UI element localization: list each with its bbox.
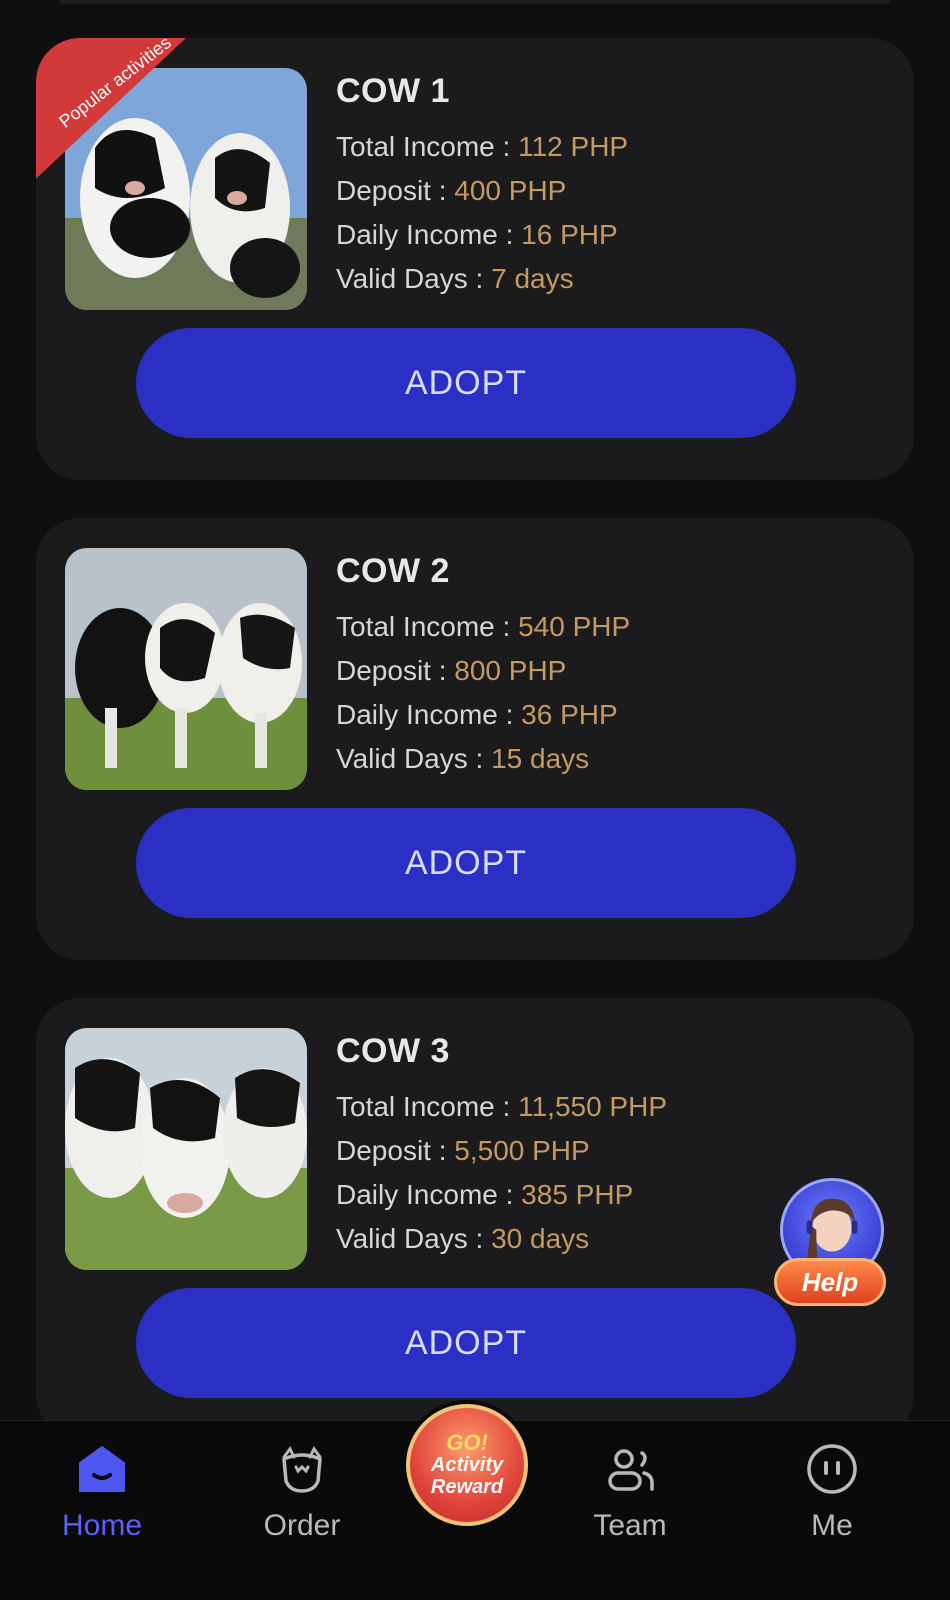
total-income-label: Total Income : xyxy=(336,611,519,642)
activity-reward-go: GO! xyxy=(446,1430,488,1455)
activity-reward-button[interactable]: GO! Activity Reward xyxy=(402,1400,532,1530)
deposit-value: 800 PHP xyxy=(454,655,567,686)
daily-income-value: 16 PHP xyxy=(521,219,618,250)
adopt-button[interactable]: ADOPT xyxy=(136,1288,796,1398)
product-title: COW 1 xyxy=(336,72,450,110)
activity-reward-label: Activity Reward xyxy=(430,1454,504,1498)
tab-team-label: Team xyxy=(593,1509,667,1542)
activity-reward-icon: GO! Activity Reward xyxy=(406,1404,528,1526)
total-income-label: Total Income : xyxy=(336,1091,519,1122)
total-income-label: Total Income : xyxy=(336,131,519,162)
cow-image-2 xyxy=(65,548,307,790)
daily-income-label: Daily Income : xyxy=(336,699,522,730)
daily-income-value: 385 PHP xyxy=(521,1179,634,1210)
help-float-button[interactable]: Help xyxy=(774,1178,886,1308)
product-card: COW 2 Total Income : 540 PHP Deposit : 8… xyxy=(36,518,914,960)
adopt-button[interactable]: ADOPT xyxy=(136,328,796,438)
deposit-row: Deposit : 800 PHP xyxy=(336,649,630,693)
deposit-label: Deposit : xyxy=(336,655,455,686)
cow-image-1 xyxy=(65,68,307,310)
tab-order[interactable]: Order xyxy=(232,1441,372,1543)
tab-order-label: Order xyxy=(263,1509,341,1542)
tab-team[interactable]: Team xyxy=(560,1441,700,1543)
product-info: COW 3 Total Income : 11,550 PHP Deposit … xyxy=(336,1032,667,1261)
cow-head-icon xyxy=(282,1446,322,1493)
valid-days-label: Valid Days : xyxy=(336,743,492,774)
valid-days-label: Valid Days : xyxy=(336,263,492,294)
total-income-row: Total Income : 112 PHP xyxy=(336,125,628,169)
status-edge xyxy=(60,0,890,4)
help-label: Help xyxy=(774,1258,886,1306)
valid-days-value: 15 days xyxy=(491,743,590,774)
me-face-icon xyxy=(807,1444,857,1494)
product-info: COW 2 Total Income : 540 PHP Deposit : 8… xyxy=(336,552,630,781)
total-income-value: 11,550 PHP xyxy=(518,1091,668,1122)
deposit-row: Deposit : 5,500 PHP xyxy=(336,1129,667,1173)
deposit-value: 400 PHP xyxy=(454,175,567,206)
deposit-label: Deposit : xyxy=(336,1135,455,1166)
daily-income-row: Daily Income : 385 PHP xyxy=(336,1173,667,1217)
deposit-label: Deposit : xyxy=(336,175,455,206)
home-icon xyxy=(79,1446,125,1492)
valid-days-value: 30 days xyxy=(491,1223,590,1254)
cow-image-3 xyxy=(65,1028,307,1270)
product-title: COW 3 xyxy=(336,1032,450,1070)
daily-income-label: Daily Income : xyxy=(336,1179,522,1210)
valid-days-label: Valid Days : xyxy=(336,1223,492,1254)
tab-home-label: Home xyxy=(61,1509,143,1542)
total-income-row: Total Income : 540 PHP xyxy=(336,605,630,649)
deposit-value: 5,500 PHP xyxy=(454,1135,590,1166)
product-info: COW 1 Total Income : 112 PHP Deposit : 4… xyxy=(336,72,628,301)
total-income-value: 112 PHP xyxy=(518,131,629,162)
deposit-row: Deposit : 400 PHP xyxy=(336,169,628,213)
valid-days-value: 7 days xyxy=(491,263,574,294)
valid-days-row: Valid Days : 7 days xyxy=(336,257,628,301)
product-card: Popular activities COW 1 Total Income : … xyxy=(36,38,914,480)
total-income-value: 540 PHP xyxy=(518,611,631,642)
valid-days-row: Valid Days : 30 days xyxy=(336,1217,667,1261)
adopt-button[interactable]: ADOPT xyxy=(136,808,796,918)
daily-income-row: Daily Income : 16 PHP xyxy=(336,213,628,257)
tab-me[interactable]: Me xyxy=(762,1441,902,1543)
cow-photo xyxy=(65,548,307,790)
daily-income-label: Daily Income : xyxy=(336,219,522,250)
daily-income-row: Daily Income : 36 PHP xyxy=(336,693,630,737)
cow-photo xyxy=(65,1028,307,1270)
valid-days-row: Valid Days : 15 days xyxy=(336,737,630,781)
product-title: COW 2 xyxy=(336,552,450,590)
daily-income-value: 36 PHP xyxy=(521,699,618,730)
tab-home[interactable]: Home xyxy=(32,1441,172,1543)
cow-photo xyxy=(65,68,307,310)
total-income-row: Total Income : 11,550 PHP xyxy=(336,1085,667,1129)
team-icon xyxy=(608,1449,654,1491)
tab-me-label: Me xyxy=(811,1509,853,1542)
